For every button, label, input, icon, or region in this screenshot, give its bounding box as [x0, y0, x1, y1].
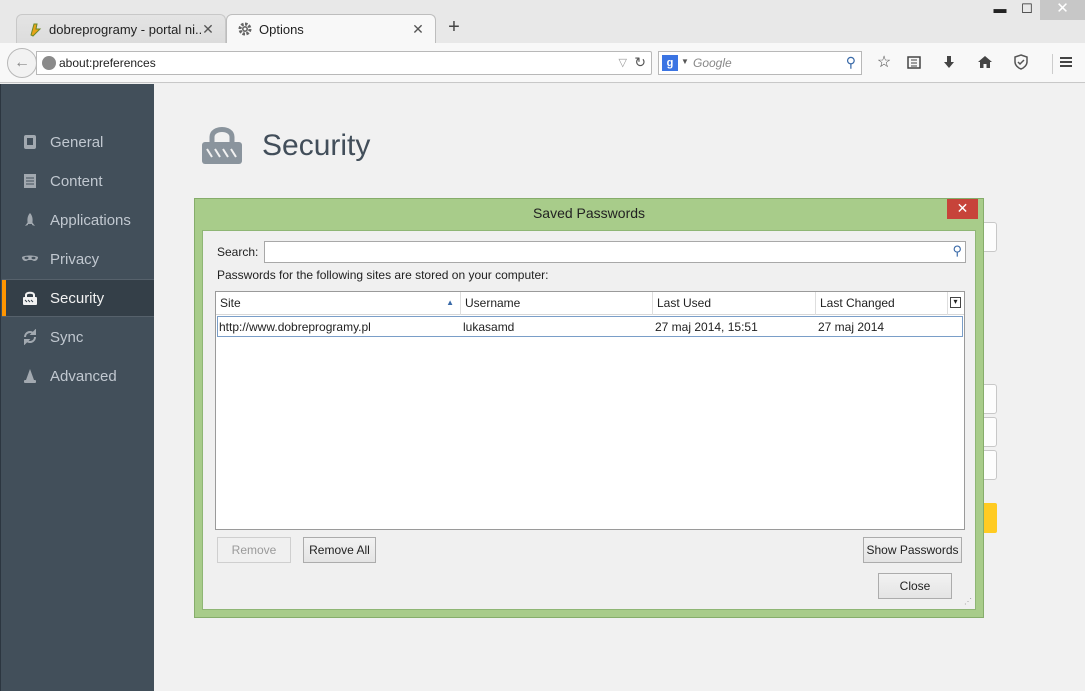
search-icon[interactable]: ⚲ — [846, 54, 856, 71]
bookmarks-menu-icon[interactable] — [904, 54, 924, 74]
google-engine-icon[interactable]: g — [662, 55, 678, 71]
sidebar-item-label: Content — [50, 172, 103, 190]
tab-title: Options — [259, 21, 304, 37]
info-text: Passwords for the following sites are st… — [217, 268, 549, 282]
column-header-last-changed[interactable]: Last Changed — [816, 292, 948, 315]
dialog-body: Search: ⚲ Passwords for the following si… — [202, 230, 976, 610]
bookmark-star-icon[interactable]: ☆ — [874, 54, 894, 74]
general-icon — [20, 132, 40, 152]
maximize-button[interactable]: ☐ — [1012, 0, 1042, 20]
shield-icon[interactable] — [1011, 54, 1031, 74]
search-label: Search: — [217, 245, 259, 259]
column-header-username[interactable]: Username — [461, 292, 653, 315]
column-picker-icon[interactable]: ▾ — [950, 297, 961, 308]
cell-username: lukasamd — [463, 320, 515, 334]
cell-last-changed: 27 maj 2014 — [818, 320, 885, 334]
tab-options[interactable]: Options ✕ — [226, 14, 436, 43]
url-bar[interactable]: about:preferences ▽ ↻ — [36, 51, 652, 75]
back-arrow-icon: ← — [14, 54, 30, 71]
column-header-last-used[interactable]: Last Used — [653, 292, 816, 315]
password-search-input[interactable]: ⚲ — [264, 241, 966, 263]
dialog-close-icon[interactable]: ✕ — [947, 199, 978, 219]
dialog-title: Saved Passwords — [532, 205, 646, 221]
tab-dobreprogramy[interactable]: dobreprogramy - portal ni... ✕ — [16, 14, 226, 43]
preferences-sidebar: General Content Applications Privacy Sec… — [0, 84, 155, 691]
new-tab-button[interactable]: + — [444, 17, 464, 38]
table-header: Site ▲ Username Last Used Last Changed ▾ — [216, 292, 964, 315]
search-bar[interactable]: g ▼ Google ⚲ — [658, 51, 862, 75]
sidebar-item-label: Security — [50, 289, 105, 307]
close-button[interactable]: Close — [878, 573, 952, 599]
content-icon — [20, 171, 40, 191]
sidebar-item-label: Applications — [50, 211, 131, 229]
sidebar-item-privacy[interactable]: Privacy — [2, 240, 155, 278]
history-dropdown-icon[interactable]: ▽ — [619, 56, 627, 69]
lock-icon — [20, 288, 40, 308]
navigation-toolbar: about:preferences ▽ ↻ ← g ▼ Google ⚲ ☆ — [0, 43, 1085, 83]
security-lock-icon — [201, 124, 243, 166]
sidebar-item-content[interactable]: Content — [2, 162, 155, 200]
resize-grip-icon[interactable]: ⋰ — [964, 597, 972, 606]
sidebar-item-label: Advanced — [50, 367, 117, 385]
sidebar-item-label: Sync — [50, 328, 84, 346]
tab-title: dobreprogramy - portal ni... — [49, 21, 201, 37]
back-button[interactable]: ← — [7, 48, 37, 78]
url-text[interactable]: about:preferences — [59, 56, 156, 70]
download-icon[interactable] — [939, 54, 959, 74]
privacy-mask-icon — [20, 249, 40, 269]
advanced-wizard-icon — [20, 366, 40, 386]
column-header-site[interactable]: Site ▲ — [216, 292, 461, 315]
sync-icon — [20, 327, 40, 347]
sidebar-item-label: General — [50, 133, 104, 151]
show-passwords-button[interactable]: Show Passwords — [863, 537, 962, 563]
globe-icon — [42, 56, 56, 70]
remove-button[interactable]: Remove — [217, 537, 291, 563]
sort-ascending-icon: ▲ — [446, 298, 454, 307]
sidebar-item-sync[interactable]: Sync — [2, 318, 155, 356]
sidebar-item-label: Privacy — [50, 250, 100, 268]
sidebar-item-security[interactable]: Security — [2, 279, 155, 317]
saved-passwords-dialog: Saved Passwords ✕ Search: ⚲ Passwords fo… — [194, 198, 984, 618]
reload-icon[interactable]: ↻ — [634, 54, 646, 71]
applications-icon — [20, 210, 40, 230]
tab-close-icon[interactable]: ✕ — [201, 21, 215, 38]
cell-site: http://www.dobreprogramy.pl — [219, 320, 371, 334]
sidebar-item-applications[interactable]: Applications — [2, 201, 155, 239]
tab-strip: dobreprogramy - portal ni... ✕ Options ✕… — [0, 0, 1085, 43]
dobreprogramy-icon — [27, 21, 43, 37]
window-close-button[interactable]: ✕ — [1040, 0, 1085, 20]
cell-last-used: 27 maj 2014, 15:51 — [655, 320, 758, 334]
passwords-table: Site ▲ Username Last Used Last Changed ▾… — [215, 291, 965, 530]
page-title: Security — [262, 129, 371, 162]
table-row[interactable]: http://www.dobreprogramy.pl lukasamd 27 … — [217, 316, 963, 337]
minimize-button[interactable]: ▬ — [985, 0, 1015, 20]
sidebar-item-advanced[interactable]: Advanced — [2, 357, 155, 395]
gear-icon — [237, 21, 253, 37]
menu-hamburger-icon[interactable] — [1052, 54, 1078, 74]
remove-all-button[interactable]: Remove All — [303, 537, 376, 563]
search-placeholder[interactable]: Google — [693, 56, 732, 70]
search-icon: ⚲ — [952, 243, 962, 258]
sidebar-item-general[interactable]: General — [2, 123, 155, 161]
engine-dropdown-icon[interactable]: ▼ — [681, 57, 689, 66]
home-icon[interactable] — [975, 54, 995, 74]
tab-close-icon[interactable]: ✕ — [411, 21, 425, 38]
